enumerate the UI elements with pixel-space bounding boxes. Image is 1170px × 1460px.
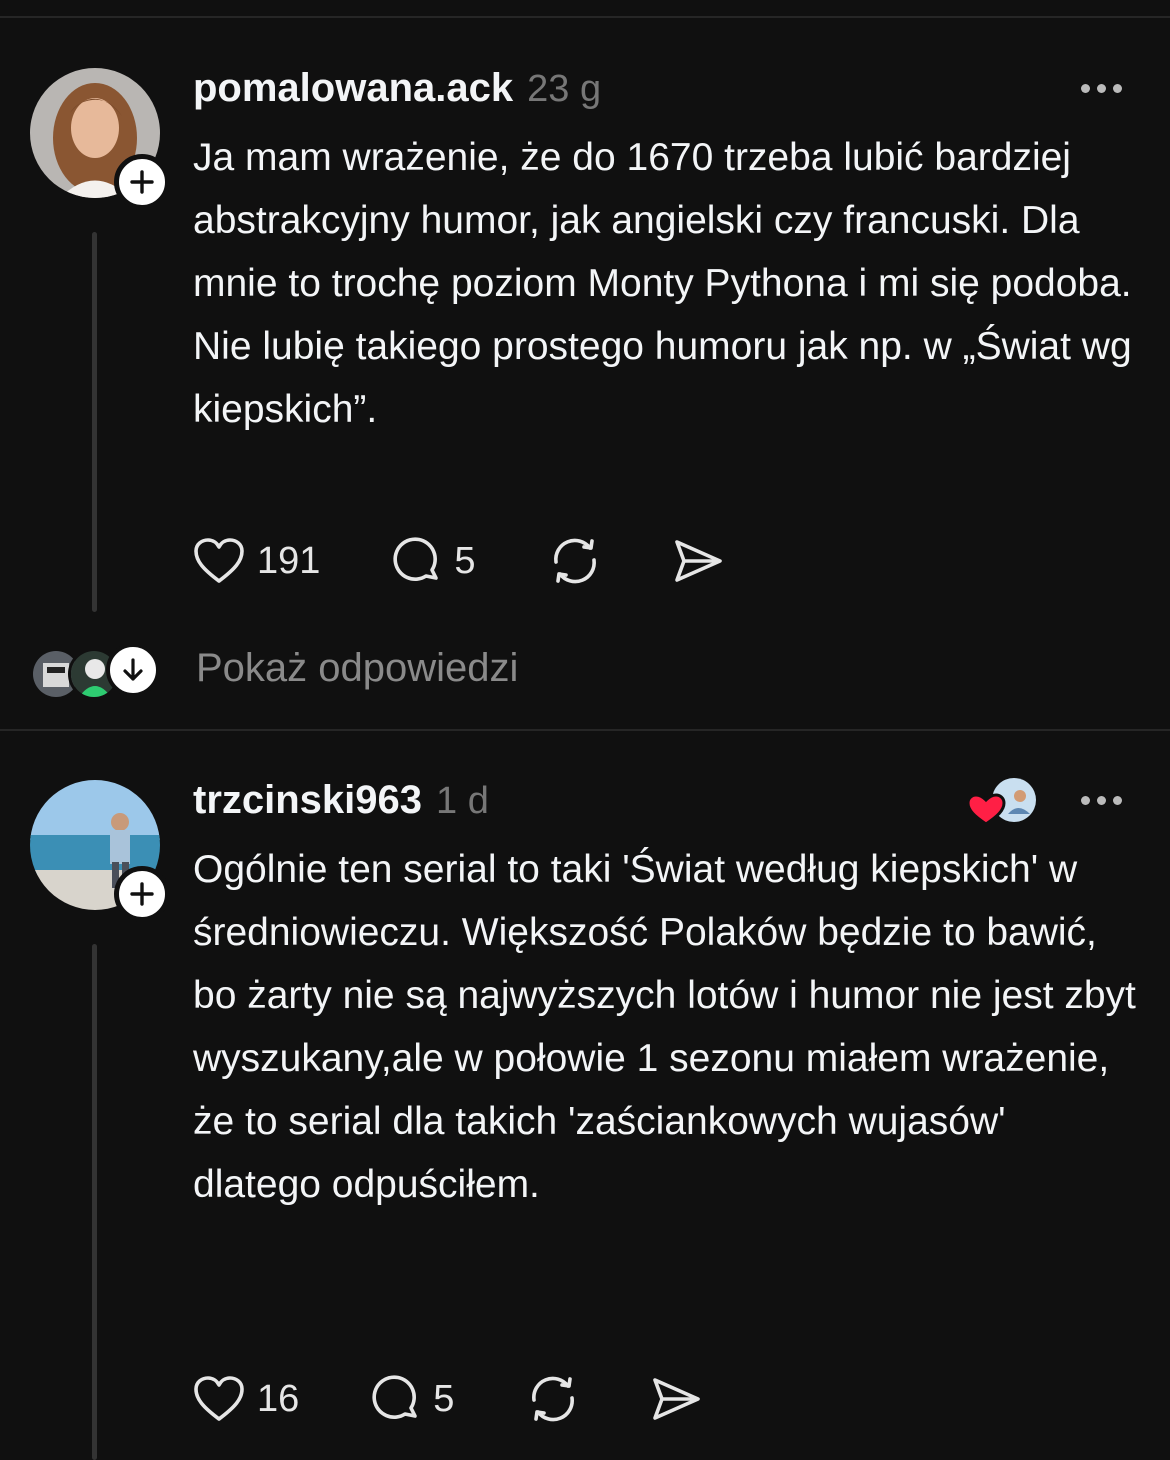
heart-icon [194,1376,244,1421]
comment-count: 5 [433,1377,455,1420]
like-button[interactable]: 16 [193,1375,299,1423]
post-header: trzcinski963 1 d [193,778,489,823]
username[interactable]: trzcinski963 [193,778,422,823]
like-count: 16 [257,1377,300,1420]
post-2: trzcinski963 1 d Ogólnie ten serial to t… [0,0,1170,1460]
share-icon [653,1378,701,1420]
liked-by-author [962,774,1040,828]
thread-line [92,944,97,1460]
comment-button[interactable]: 5 [371,1374,454,1424]
more-icon[interactable] [1081,796,1122,805]
timestamp: 1 d [436,780,489,822]
follow-button[interactable] [114,866,170,922]
action-bar: 16 5 [193,1374,702,1424]
heart-icon [966,793,1006,826]
repost-button[interactable] [526,1374,580,1424]
repost-icon [532,1376,575,1422]
post-text: Ogólnie ten serial to taki 'Świat według… [193,848,1136,1206]
comment-icon [372,1375,418,1419]
share-button[interactable] [650,1375,702,1423]
plus-icon [130,882,154,906]
